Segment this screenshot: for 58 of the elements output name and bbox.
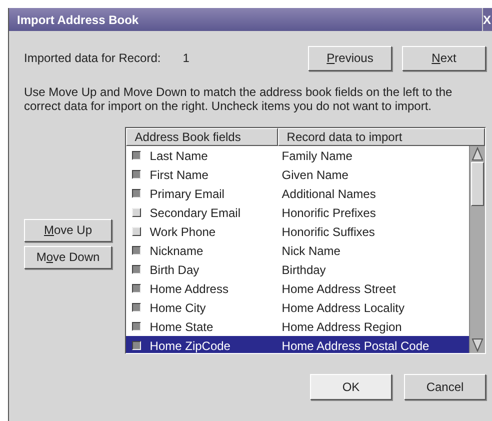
list-row[interactable]: Birth Day Birthday xyxy=(126,260,469,279)
record-data: Birthday xyxy=(280,262,326,276)
list-row[interactable]: Secondary Email Honorific Prefixes xyxy=(126,203,469,222)
record-label: Imported data for Record: xyxy=(24,51,161,65)
checkbox[interactable] xyxy=(132,189,141,198)
next-button[interactable]: Next xyxy=(402,46,486,70)
instructions-text: Use Move Up and Move Down to match the address book fields on the left to the correct data for import on the right. Uncheck items you do not want to import. xyxy=(24,85,454,113)
ok-button[interactable]: OK xyxy=(310,374,392,400)
field-name: Home Address xyxy=(150,282,228,296)
record-data: Home Address Postal Code xyxy=(280,338,430,352)
list-row[interactable]: Home State Home Address Region xyxy=(126,317,469,336)
move-down-button[interactable]: Move Down xyxy=(24,246,112,268)
record-data: Additional Names xyxy=(280,186,376,200)
record-data: Given Name xyxy=(280,168,348,182)
checkbox[interactable] xyxy=(132,151,141,160)
field-name: Last Name xyxy=(150,148,208,162)
field-name: Work Phone xyxy=(150,224,216,238)
list-row[interactable]: Last Name Family Name xyxy=(126,146,469,165)
list-row[interactable]: Work Phone Honorific Suffixes xyxy=(126,222,469,241)
record-data: Home Address Locality xyxy=(280,300,405,314)
list-row[interactable]: Primary Email Additional Names xyxy=(126,184,469,203)
list-row[interactable]: First Name Given Name xyxy=(126,165,469,184)
checkbox[interactable] xyxy=(132,246,141,255)
field-name: Home City xyxy=(150,300,206,314)
record-data: Home Address Street xyxy=(280,282,396,296)
field-name: First Name xyxy=(150,168,208,182)
scroll-down-icon[interactable] xyxy=(471,338,484,352)
list-row[interactable]: Home ZipCode Home Address Postal Code xyxy=(126,336,469,353)
checkbox[interactable] xyxy=(132,284,141,293)
cancel-button[interactable]: Cancel xyxy=(404,374,486,400)
column-header[interactable]: Record data to import xyxy=(278,128,485,146)
record-data: Home Address Region xyxy=(280,320,402,334)
field-name: Primary Email xyxy=(150,186,224,200)
checkbox[interactable] xyxy=(132,170,141,179)
checkbox[interactable] xyxy=(132,265,141,274)
list-row[interactable]: Home City Home Address Locality xyxy=(126,298,469,317)
close-button[interactable]: X xyxy=(482,8,492,31)
record-number: 1 xyxy=(182,51,190,65)
field-name: Birth Day xyxy=(150,262,200,276)
list-row[interactable]: Home Address Home Address Street xyxy=(126,279,469,298)
record-data: Family Name xyxy=(280,148,352,162)
window-title: Import Address Book xyxy=(16,12,139,26)
checkbox[interactable] xyxy=(132,322,141,331)
list-row[interactable]: Nickname Nick Name xyxy=(126,241,469,260)
field-name: Nickname xyxy=(150,244,204,258)
record-data: Honorific Prefixes xyxy=(280,206,376,220)
checkbox[interactable] xyxy=(132,341,141,350)
field-name: Home State xyxy=(150,320,214,334)
column-header[interactable]: Address Book fields xyxy=(126,128,278,146)
field-name: Secondary Email xyxy=(150,206,240,220)
record-data: Honorific Suffixes xyxy=(280,224,375,238)
record-data: Nick Name xyxy=(280,244,340,258)
scroll-up-icon[interactable] xyxy=(471,147,484,161)
move-up-button[interactable]: Move Up xyxy=(24,218,112,242)
scrollbar[interactable] xyxy=(469,146,485,353)
previous-button[interactable]: Previous xyxy=(308,46,392,70)
field-name: Home ZipCode xyxy=(150,338,230,352)
checkbox[interactable] xyxy=(132,303,141,312)
